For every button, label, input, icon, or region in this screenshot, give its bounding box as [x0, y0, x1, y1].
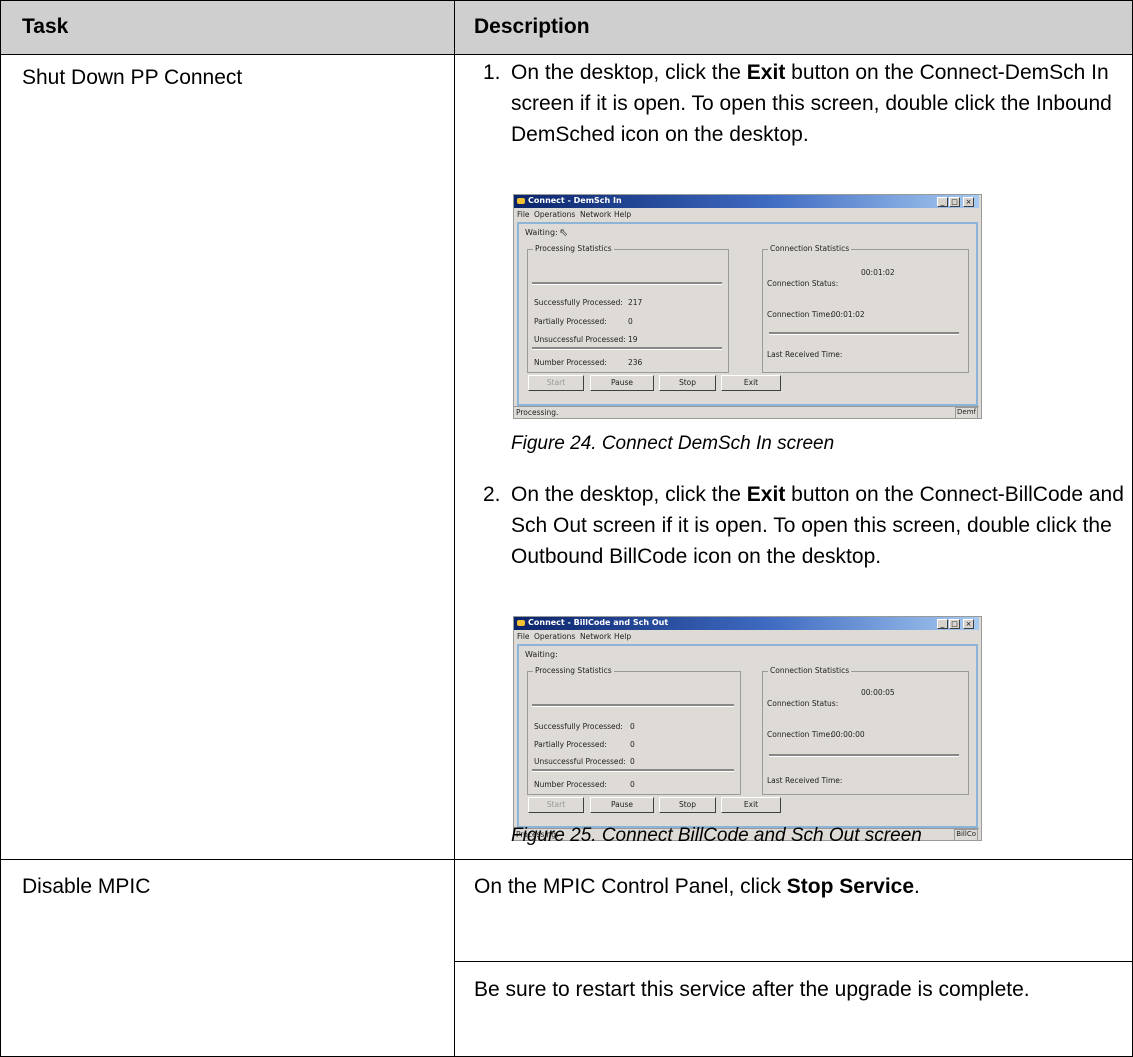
waiting-label: Waiting:	[525, 650, 558, 659]
figure-24-caption: Figure 24. Connect DemSch In screen	[511, 433, 835, 454]
start-button[interactable]: Start	[528, 375, 584, 391]
menu-file[interactable]: File	[517, 632, 530, 641]
status-bar: Processing. Demf	[514, 406, 979, 419]
progress-bar	[532, 704, 734, 707]
figure-25-caption: Figure 25. Connect BillCode and Sch Out …	[511, 825, 922, 846]
app-icon	[517, 620, 525, 626]
minimize-icon[interactable]: _	[937, 197, 948, 207]
exit-button[interactable]: Exit	[721, 797, 781, 813]
exit-button[interactable]: Exit	[721, 375, 781, 391]
pause-button[interactable]: Pause	[590, 797, 654, 813]
start-button[interactable]: Start	[528, 797, 584, 813]
menu-bar: File Operations Network Help	[514, 209, 979, 220]
main-panel: Waiting: Processing Statistics Successfu…	[517, 644, 978, 828]
menu-help[interactable]: Help	[614, 632, 631, 641]
step-1-text: On the desktop, click the Exit button on…	[511, 61, 1112, 146]
close-icon[interactable]: ×	[963, 197, 974, 207]
task-disable-mpic: Disable MPIC	[22, 875, 151, 898]
menu-operations[interactable]: Operations	[534, 632, 575, 641]
connection-statistics-group: Connection Statistics 00:01:02 Connectio…	[762, 244, 969, 373]
step-1: 1. On the desktop, click the Exit button…	[474, 57, 1124, 182]
step-2: 2. On the desktop, click the Exit button…	[474, 479, 1124, 604]
pause-button[interactable]: Pause	[590, 375, 654, 391]
task-shut-down-pp-connect: Shut Down PP Connect	[22, 66, 243, 89]
header-description: Description	[474, 15, 590, 38]
restart-service-note: Be sure to restart this service after th…	[474, 978, 1030, 1001]
column-divider	[454, 1, 455, 1056]
menu-bar: File Operations Network Help	[514, 631, 979, 642]
menu-file[interactable]: File	[517, 210, 530, 219]
app-icon	[517, 198, 525, 204]
screenshot-connect-demsch-in: Connect - DemSch In _ □ × File Operation…	[513, 194, 982, 419]
maximize-icon[interactable]: □	[949, 619, 960, 629]
step-2-number: 2.	[483, 483, 501, 506]
progress-bar	[532, 282, 722, 285]
menu-help[interactable]: Help	[614, 210, 631, 219]
step-2-text: On the desktop, click the Exit button on…	[511, 483, 1124, 568]
header-task: Task	[22, 15, 69, 38]
close-icon[interactable]: ×	[963, 619, 974, 629]
window-title: Connect - BillCode and Sch Out	[528, 618, 669, 627]
window-titlebar: Connect - DemSch In _ □ ×	[514, 195, 979, 208]
procedure-table: Task Description Shut Down PP Connect 1.…	[0, 0, 1133, 1057]
window-titlebar: Connect - BillCode and Sch Out _ □ ×	[514, 617, 979, 630]
row-divider	[1, 859, 1132, 860]
waiting-label: Waiting:	[525, 228, 558, 237]
processing-statistics-group: Processing Statistics Successfully Proce…	[527, 666, 741, 795]
minimize-icon[interactable]: _	[937, 619, 948, 629]
window-title: Connect - DemSch In	[528, 196, 622, 205]
menu-network[interactable]: Network	[580, 210, 611, 219]
table-header-row: Task Description	[1, 1, 1132, 55]
cell-divider	[455, 961, 1132, 962]
maximize-icon[interactable]: □	[949, 197, 960, 207]
screenshot-connect-billcode-sch-out: Connect - BillCode and Sch Out _ □ × Fil…	[513, 616, 982, 841]
stop-button[interactable]: Stop	[659, 797, 716, 813]
menu-operations[interactable]: Operations	[534, 210, 575, 219]
menu-network[interactable]: Network	[580, 632, 611, 641]
mouse-pointer-icon: ⇖	[559, 226, 569, 239]
step-1-number: 1.	[483, 61, 501, 84]
connection-statistics-group: Connection Statistics 00:00:05 Connectio…	[762, 666, 969, 795]
main-panel: Waiting: ⇖ Processing Statistics Success…	[517, 222, 978, 406]
disable-mpic-instruction: On the MPIC Control Panel, click Stop Se…	[474, 875, 920, 898]
processing-statistics-group: Processing Statistics Successfully Proce…	[527, 244, 729, 373]
stop-button[interactable]: Stop	[659, 375, 716, 391]
